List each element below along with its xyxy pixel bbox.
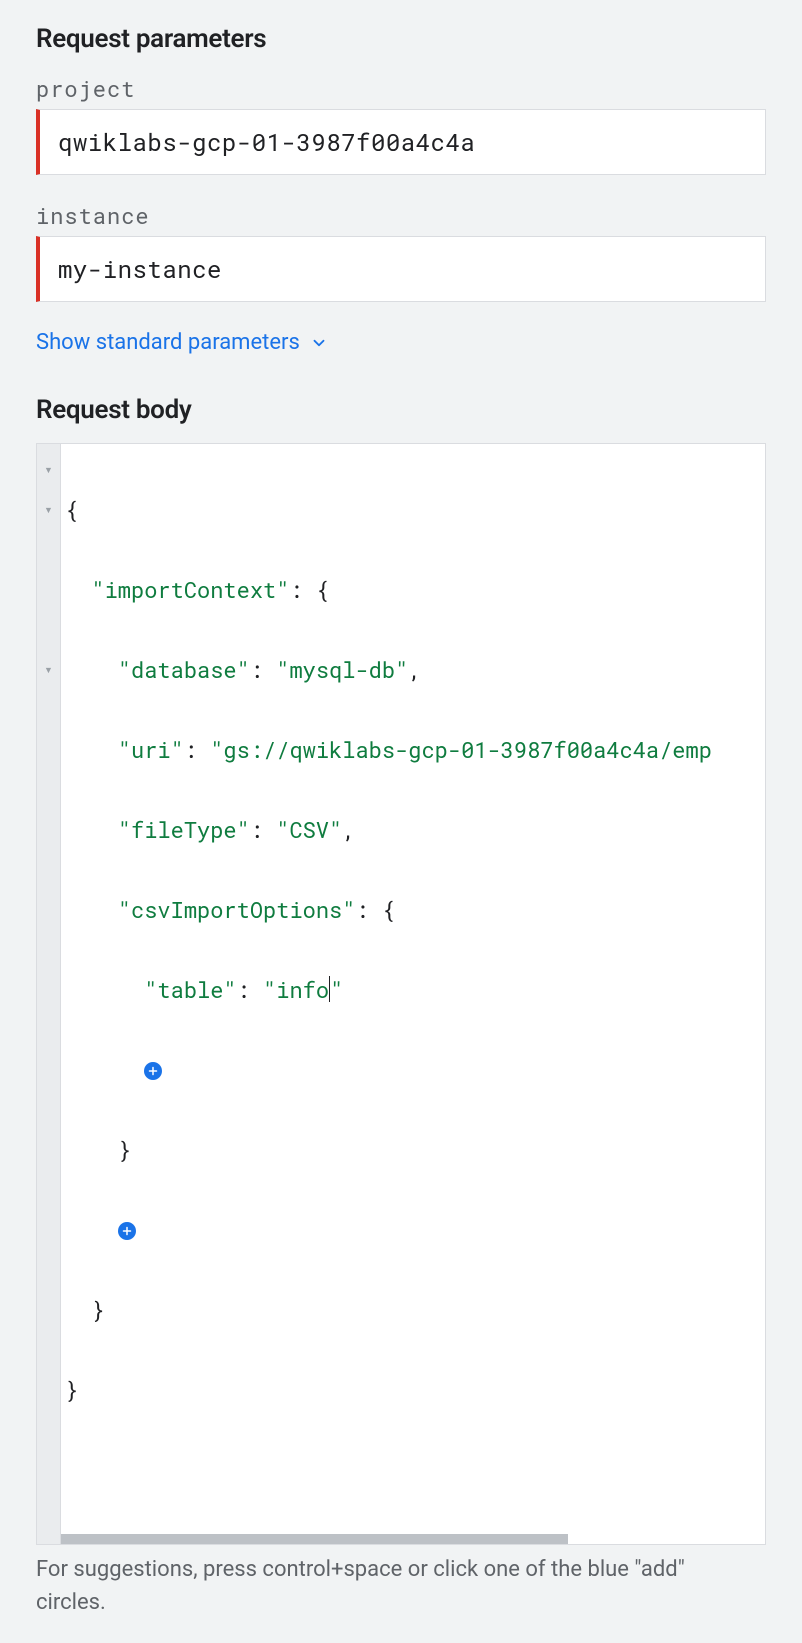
request-body-editor[interactable]: { "importContext": { "database": "mysql-…: [36, 443, 766, 1545]
show-standard-parameters-label: Show standard parameters: [36, 330, 300, 355]
add-field-button[interactable]: [144, 1062, 162, 1080]
project-input[interactable]: [36, 109, 766, 175]
request-body-heading: Request body: [36, 395, 766, 425]
code-content[interactable]: { "importContext": { "database": "mysql-…: [61, 444, 765, 1544]
fold-marker-icon[interactable]: [37, 450, 60, 490]
request-body-hint: For suggestions, press control+space or …: [36, 1553, 736, 1619]
add-field-button[interactable]: [118, 1222, 136, 1240]
show-standard-parameters-toggle[interactable]: Show standard parameters: [36, 330, 328, 355]
fold-marker-icon[interactable]: [37, 490, 60, 530]
instance-input[interactable]: [36, 236, 766, 302]
project-label: project: [36, 74, 766, 103]
fold-marker-icon[interactable]: [37, 650, 60, 690]
request-parameters-heading: Request parameters: [36, 24, 766, 54]
code-gutter: [37, 444, 61, 1544]
horizontal-scrollbar[interactable]: [61, 1534, 568, 1544]
chevron-down-icon: [310, 334, 328, 352]
instance-label: instance: [36, 201, 766, 230]
